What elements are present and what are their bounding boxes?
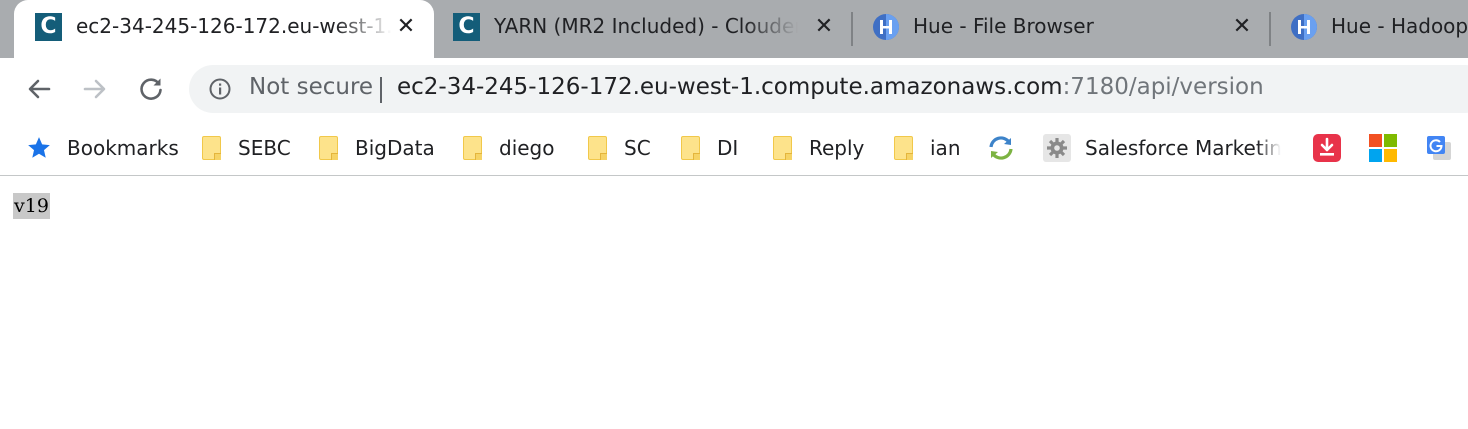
bookmark-label: Bookmarks (67, 136, 179, 160)
bookmark-label: SC (624, 136, 651, 160)
bookmark-label: diego (499, 136, 555, 160)
folder-icon (463, 136, 482, 160)
bookmark-microsoft[interactable] (1369, 134, 1397, 162)
tab-title: YARN (MR2 Included) - Cloudera Manager (494, 14, 798, 38)
bookmark-label: DI (717, 136, 739, 160)
bookmark-folder-diego[interactable]: diego (463, 134, 555, 162)
hue-icon (872, 13, 899, 41)
bookmark-label: SEBC (238, 136, 291, 160)
folder-icon (588, 136, 607, 160)
microsoft-icon (1369, 134, 1397, 162)
close-icon[interactable]: ✕ (394, 15, 418, 39)
url-text[interactable]: ec2-34-245-126-172.eu-west-1.compute.ama… (397, 74, 1264, 100)
bookmark-downloader[interactable] (1313, 134, 1341, 162)
divider (380, 77, 382, 103)
bookmark-salesforce-marketing[interactable]: Salesforce Marketing (1043, 134, 1281, 162)
folder-icon (773, 136, 792, 160)
arrow-right-icon (83, 79, 106, 99)
info-icon[interactable] (209, 78, 231, 100)
bookmark-folder-di[interactable]: DI (681, 134, 738, 162)
tab-yarn[interactable]: C YARN (MR2 Included) - Cloudera Manager… (432, 0, 848, 58)
folder-icon (681, 136, 700, 160)
tab-title: Hue - File Browser (913, 14, 1094, 38)
url-path: :7180/api/version (1062, 74, 1264, 100)
bookmark-label: BigData (355, 136, 435, 160)
address-bar[interactable]: Not secure ec2-34-245-126-172.eu-west-1.… (189, 65, 1468, 113)
bookmark-google-translate[interactable] (1425, 134, 1453, 162)
tab-title: ec2-34-245-126-172.eu-west-1.compute.ama… (76, 14, 392, 38)
bookmarks-bar: Bookmarks SEBC BigData diego SC DI Reply… (0, 120, 1468, 176)
url-host: ec2-34-245-126-172.eu-west-1.compute.ama… (397, 74, 1063, 100)
bookmark-folder-bigdata[interactable]: BigData (319, 134, 435, 162)
reload-icon (140, 78, 162, 100)
bookmark-folder-ian[interactable]: ian (894, 134, 961, 162)
google-translate-icon (1427, 136, 1451, 160)
reload-button[interactable] (134, 72, 168, 106)
tab-hue-hadoop[interactable]: Hue - Hadoop (1269, 0, 1468, 58)
tab-title: Hue - Hadoop (1331, 14, 1468, 38)
bookmark-label: Reply (809, 136, 865, 160)
bookmark-label: Salesforce Marketing (1085, 136, 1281, 160)
download-icon (1313, 134, 1341, 162)
close-icon[interactable]: ✕ (812, 15, 836, 39)
hue-icon (1290, 13, 1317, 41)
bookmark-folder-sc[interactable]: SC (588, 134, 651, 162)
cloudera-icon: C (453, 13, 480, 41)
bookmark-bookmarks[interactable]: Bookmarks (26, 134, 179, 162)
bookmark-label: ian (930, 136, 961, 160)
folder-icon (319, 136, 338, 160)
folder-icon (202, 136, 221, 160)
page-content: v19 (0, 177, 1468, 429)
bookmark-folder-reply[interactable]: Reply (773, 134, 864, 162)
bookmark-folder-sebc[interactable]: SEBC (202, 134, 291, 162)
back-button[interactable] (22, 72, 56, 106)
cloudera-icon: C (35, 13, 62, 41)
bookmark-sync[interactable] (987, 134, 1015, 162)
gear-icon (1043, 134, 1071, 162)
tab-active[interactable]: C ec2-34-245-126-172.eu-west-1.compute.a… (14, 0, 434, 58)
forward-button[interactable] (78, 72, 112, 106)
sync-arrows-icon (989, 136, 1013, 160)
toolbar: Not secure ec2-34-245-126-172.eu-west-1.… (0, 58, 1468, 120)
folder-icon (894, 136, 913, 160)
security-label[interactable]: Not secure (249, 74, 373, 100)
close-icon[interactable]: ✕ (1230, 15, 1254, 39)
tab-strip: C ec2-34-245-126-172.eu-west-1.compute.a… (0, 0, 1468, 58)
arrow-left-icon (28, 79, 51, 99)
tab-hue-file-browser[interactable]: Hue - File Browser ✕ (851, 0, 1267, 58)
star-icon (28, 137, 50, 158)
api-version-text: v19 (13, 193, 50, 219)
